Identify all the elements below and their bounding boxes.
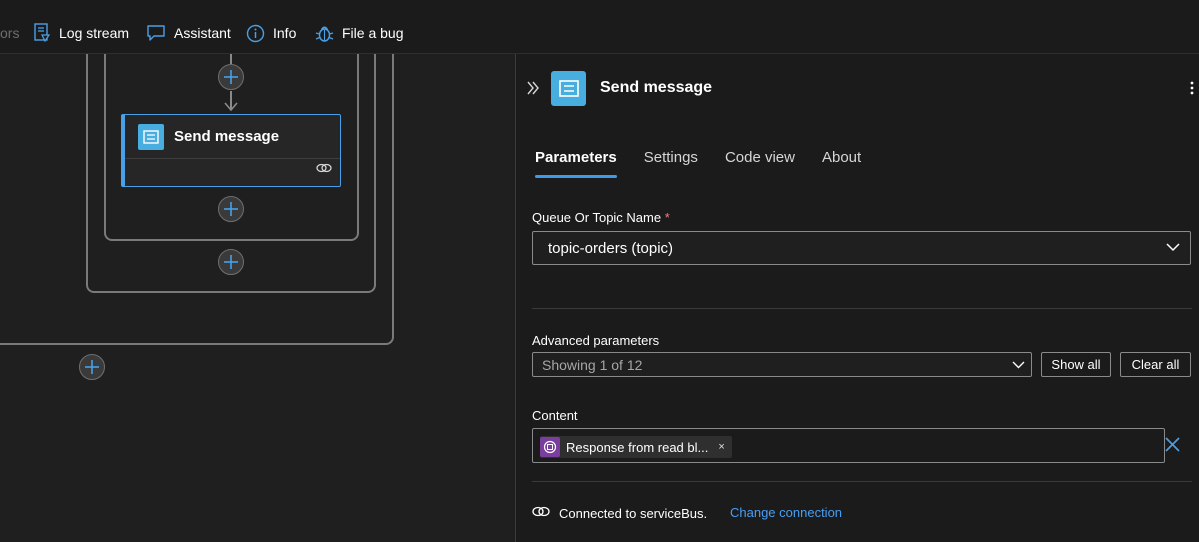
plus-icon xyxy=(224,202,238,216)
toolbar-info-button[interactable]: Info xyxy=(246,20,296,46)
add-step-button[interactable] xyxy=(218,196,244,222)
collapse-panel-icon[interactable] xyxy=(526,80,540,101)
token-label: Response from read bl... xyxy=(566,439,709,455)
action-card-title: Send message xyxy=(174,128,280,145)
queue-topic-label-text: Queue Or Topic Name xyxy=(532,210,662,225)
designer-toolbar: ors Log stream Assistant Info File a bug xyxy=(0,0,1199,54)
token-remove-icon[interactable]: × xyxy=(718,441,724,453)
toolbar-file-bug-button[interactable]: File a bug xyxy=(315,20,403,46)
connection-link-icon xyxy=(532,505,550,521)
arrow-down-icon xyxy=(224,102,238,112)
queue-topic-dropdown[interactable]: topic-orders (topic) xyxy=(532,231,1191,265)
toolbar-assistant-label: Assistant xyxy=(174,25,231,41)
tab-about[interactable]: About xyxy=(822,149,861,178)
toolbar-file-bug-label: File a bug xyxy=(342,25,404,41)
toolbar-errors-label: ors xyxy=(0,25,20,41)
send-message-action-card[interactable]: Send message xyxy=(121,114,341,187)
toolbar-errors-button[interactable]: ors xyxy=(0,20,19,46)
plus-icon xyxy=(224,255,238,269)
plus-icon xyxy=(224,70,238,84)
log-stream-icon xyxy=(33,23,51,43)
add-step-button[interactable] xyxy=(218,64,244,90)
toolbar-log-stream-button[interactable]: Log stream xyxy=(33,20,129,46)
chat-icon xyxy=(146,24,166,42)
chevron-down-icon xyxy=(1166,239,1190,257)
tab-settings[interactable]: Settings xyxy=(644,149,698,178)
queue-topic-label: Queue Or Topic Name * xyxy=(532,210,670,225)
dynamic-content-token[interactable]: Response from read bl... × xyxy=(540,436,732,458)
plus-icon xyxy=(85,360,99,374)
connector-line xyxy=(230,54,232,64)
toolbar-info-label: Info xyxy=(273,25,297,41)
add-step-button[interactable] xyxy=(79,354,105,380)
advanced-parameters-label: Advanced parameters xyxy=(532,333,660,348)
advanced-parameters-dropdown[interactable]: Showing 1 of 12 xyxy=(532,352,1032,377)
tab-parameters[interactable]: Parameters xyxy=(535,149,617,178)
clear-content-icon[interactable] xyxy=(1164,436,1181,458)
advanced-parameters-value: Showing 1 of 12 xyxy=(542,356,643,373)
bug-icon xyxy=(315,23,334,43)
info-icon xyxy=(246,24,265,43)
more-options-icon[interactable] xyxy=(1189,80,1195,101)
connection-status-text: Connected to serviceBus. xyxy=(559,505,708,521)
queue-topic-value: topic-orders (topic) xyxy=(548,239,674,257)
toolbar-log-stream-label: Log stream xyxy=(59,25,130,41)
show-all-button[interactable]: Show all xyxy=(1041,352,1111,377)
divider xyxy=(532,481,1192,482)
tab-code-view[interactable]: Code view xyxy=(725,149,795,178)
content-input[interactable]: Response from read bl... × xyxy=(532,428,1165,463)
divider xyxy=(532,308,1192,309)
toolbar-assistant-button[interactable]: Assistant xyxy=(146,20,231,46)
read-blob-icon xyxy=(540,437,560,457)
panel-title: Send message xyxy=(600,79,713,96)
chevron-down-icon xyxy=(1012,356,1031,374)
required-marker: * xyxy=(664,210,670,225)
change-connection-link[interactable]: Change connection xyxy=(730,505,842,520)
service-bus-icon xyxy=(551,71,586,106)
clear-all-button[interactable]: Clear all xyxy=(1120,352,1191,377)
action-details-panel: Send message Parameters Settings Code vi… xyxy=(515,54,1199,542)
panel-tabs: Parameters Settings Code view About xyxy=(535,149,888,178)
content-label: Content xyxy=(532,408,578,423)
add-step-button[interactable] xyxy=(218,249,244,275)
designer-canvas[interactable]: Send message xyxy=(0,54,515,542)
service-bus-icon xyxy=(138,123,164,150)
connection-status: Connected to serviceBus. xyxy=(532,505,707,521)
connection-link-icon xyxy=(316,161,332,179)
